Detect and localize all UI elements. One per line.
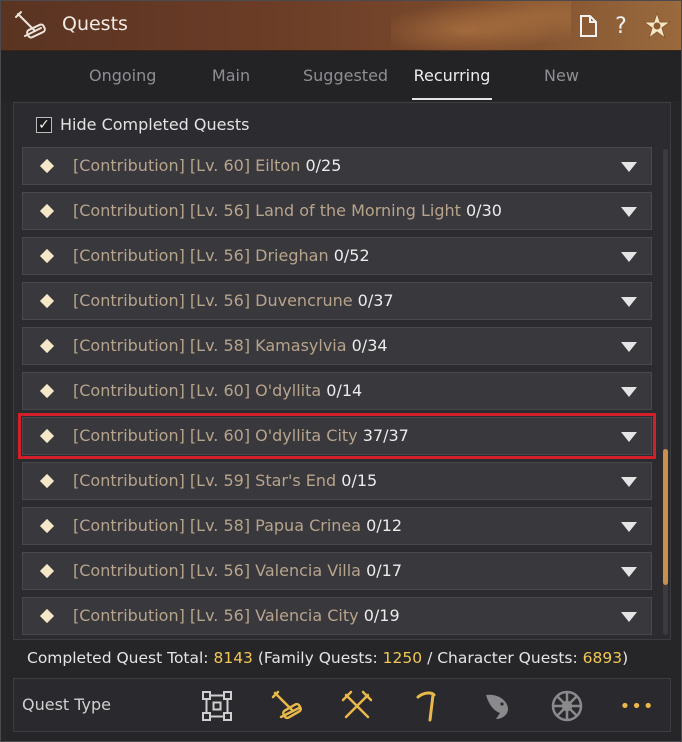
hide-completed-checkbox[interactable]: ✓ bbox=[36, 116, 52, 133]
scroll-quill-icon[interactable] bbox=[270, 689, 304, 723]
quest-row[interactable]: [Contribution] [Lv. 60] Eilton 0/25 bbox=[22, 147, 652, 185]
character-quests-value: 6893 bbox=[582, 649, 623, 667]
expand-arrow-icon[interactable] bbox=[621, 297, 637, 307]
expand-arrow-icon[interactable] bbox=[621, 207, 637, 217]
quest-name: [Contribution] [Lv. 56] Land of the Morn… bbox=[73, 201, 461, 220]
tab-ongoing[interactable]: Ongoing bbox=[89, 66, 156, 100]
diamond-icon bbox=[39, 158, 55, 174]
window-title: Quests bbox=[62, 13, 128, 35]
document-icon[interactable] bbox=[575, 12, 601, 40]
pickaxe-icon[interactable] bbox=[410, 689, 444, 723]
quest-progress: 0/17 bbox=[366, 561, 402, 580]
quest-scroll-icon bbox=[15, 11, 46, 39]
completed-quest-totals: Completed Quest Total: 8143 (Family Ques… bbox=[27, 649, 628, 667]
quest-name: [Contribution] [Lv. 56] Valencia Villa bbox=[73, 561, 361, 580]
expand-arrow-icon[interactable] bbox=[621, 612, 637, 622]
expand-arrow-icon[interactable] bbox=[621, 252, 637, 262]
quest-name: [Contribution] [Lv. 56] Drieghan bbox=[73, 246, 329, 265]
quest-row[interactable]: [Contribution] [Lv. 56] Valencia City 0/… bbox=[22, 597, 652, 635]
diamond-icon bbox=[39, 383, 55, 399]
quest-name: [Contribution] [Lv. 59] Star's End bbox=[73, 471, 337, 490]
totals-separator: / bbox=[427, 649, 433, 667]
quest-row[interactable]: [Contribution] [Lv. 59] Star's End 0/15 bbox=[22, 462, 652, 500]
grid-icon[interactable] bbox=[200, 689, 234, 723]
quest-list-panel: ✓ Hide Completed Quests [Contribution] [… bbox=[13, 102, 671, 640]
quest-name: [Contribution] [Lv. 60] O'dyllita bbox=[73, 381, 322, 400]
tab-new[interactable]: New bbox=[544, 66, 579, 100]
quest-progress: 0/14 bbox=[326, 381, 363, 400]
quest-row-highlighted[interactable]: [Contribution] [Lv. 60] O'dyllita City 3… bbox=[18, 413, 656, 459]
help-icon[interactable]: ? bbox=[608, 12, 634, 40]
completed-total-label: Completed Quest Total: bbox=[27, 649, 209, 667]
expand-arrow-icon[interactable] bbox=[621, 387, 637, 397]
quest-progress: 0/25 bbox=[305, 156, 342, 175]
title-bar[interactable]: Quests ? bbox=[1, 1, 681, 51]
quest-progress: 0/15 bbox=[341, 471, 378, 490]
quest-progress: 0/34 bbox=[351, 336, 388, 355]
quest-tabs: Ongoing Main Suggested Recurring New bbox=[1, 51, 681, 101]
tab-recurring[interactable]: Recurring bbox=[412, 66, 492, 100]
wheel-icon[interactable] bbox=[550, 689, 584, 723]
diamond-icon bbox=[39, 428, 55, 444]
diamond-icon bbox=[39, 338, 55, 354]
quest-row[interactable]: [Contribution] [Lv. 56] Drieghan 0/52 bbox=[22, 237, 652, 275]
family-quests-label: (Family Quests: bbox=[257, 649, 378, 667]
scrollbar-thumb[interactable] bbox=[663, 449, 668, 585]
quest-name: [Contribution] [Lv. 58] Papua Crinea bbox=[73, 516, 362, 535]
cloud-decoration bbox=[391, 1, 571, 51]
quest-progress: 0/30 bbox=[466, 201, 502, 220]
quest-progress: 0/19 bbox=[363, 606, 400, 625]
quest-type-label: Quest Type bbox=[22, 695, 112, 714]
crossed-swords-icon[interactable] bbox=[340, 689, 374, 723]
diamond-icon bbox=[39, 293, 55, 309]
character-quests-label: Character Quests: bbox=[437, 649, 578, 667]
completed-total-value: 8143 bbox=[213, 649, 253, 667]
quest-name: [Contribution] [Lv. 60] Eilton bbox=[73, 156, 301, 175]
expand-arrow-icon[interactable] bbox=[621, 342, 637, 352]
quest-row[interactable]: [Contribution] [Lv. 60] O'dyllita 0/14 bbox=[22, 372, 652, 410]
diamond-icon bbox=[39, 248, 55, 264]
fish-icon[interactable] bbox=[480, 689, 514, 723]
quest-name: [Contribution] [Lv. 56] Valencia City bbox=[73, 606, 359, 625]
quest-window: Quests ? Ongoing Main Suggested Recurrin… bbox=[0, 0, 682, 742]
tab-suggested[interactable]: Suggested bbox=[303, 66, 388, 100]
hide-completed-toggle[interactable]: ✓ Hide Completed Quests bbox=[36, 115, 249, 134]
diamond-icon bbox=[39, 608, 55, 624]
more-icon[interactable]: ••• bbox=[620, 689, 654, 723]
diamond-icon bbox=[39, 518, 55, 534]
quest-name: [Contribution] [Lv. 58] Kamasylvia bbox=[73, 336, 347, 355]
quest-name: [Contribution] [Lv. 56] Duvencrune bbox=[73, 291, 353, 310]
expand-arrow-icon[interactable] bbox=[621, 522, 637, 532]
hide-completed-label: Hide Completed Quests bbox=[60, 115, 250, 134]
quest-progress: 0/37 bbox=[357, 291, 394, 310]
quest-progress: 0/52 bbox=[333, 246, 370, 265]
quest-progress: 37/37 bbox=[362, 426, 409, 445]
diamond-icon bbox=[39, 203, 55, 219]
quest-row[interactable]: [Contribution] [Lv. 56] Land of the Morn… bbox=[22, 192, 652, 230]
expand-arrow-icon[interactable] bbox=[621, 567, 637, 577]
totals-close-paren: ) bbox=[622, 649, 629, 667]
diamond-icon bbox=[39, 473, 55, 489]
tab-main[interactable]: Main bbox=[211, 66, 251, 100]
quest-row[interactable]: [Contribution] [Lv. 58] Kamasylvia 0/34 bbox=[22, 327, 652, 365]
family-quests-value: 1250 bbox=[382, 649, 423, 667]
quest-name: [Contribution] [Lv. 60] O'dyllita City bbox=[73, 426, 358, 445]
expand-arrow-icon[interactable] bbox=[621, 432, 637, 442]
quest-row[interactable]: [Contribution] [Lv. 56] Valencia Villa 0… bbox=[22, 552, 652, 590]
quest-row[interactable]: [Contribution] [Lv. 56] Duvencrune 0/37 bbox=[22, 282, 652, 320]
settings-star-icon[interactable] bbox=[642, 12, 672, 40]
expand-arrow-icon[interactable] bbox=[621, 162, 637, 172]
expand-arrow-icon[interactable] bbox=[621, 477, 637, 487]
scrollbar-track[interactable] bbox=[663, 149, 668, 635]
quest-row[interactable]: [Contribution] [Lv. 58] Papua Crinea 0/1… bbox=[22, 507, 652, 545]
quest-type-bar: Quest Type ••• bbox=[13, 678, 671, 732]
quest-progress: 0/12 bbox=[366, 516, 403, 535]
diamond-icon bbox=[39, 563, 55, 579]
